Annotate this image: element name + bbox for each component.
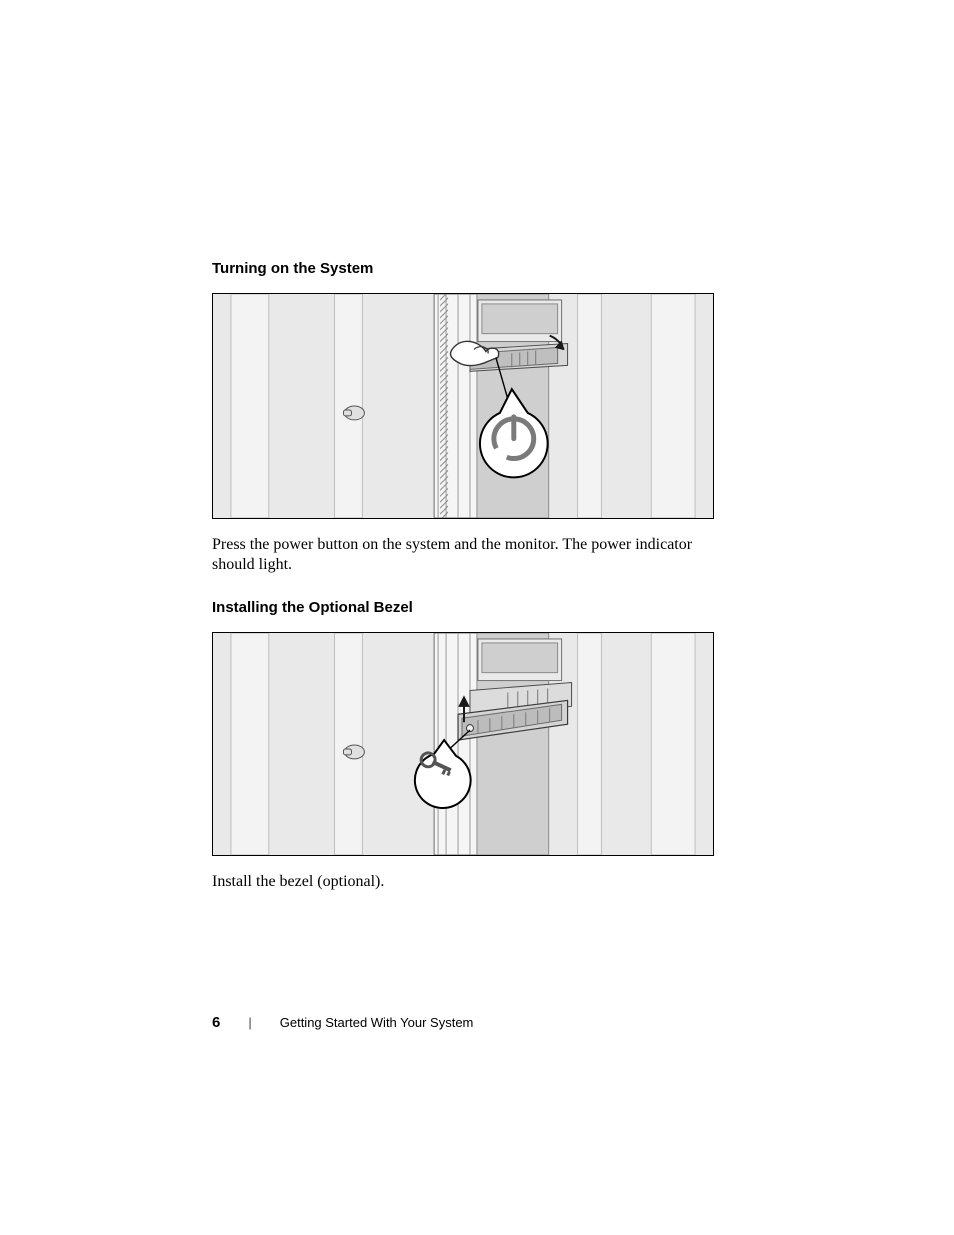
bezel-diagram-icon	[213, 633, 713, 855]
paragraph-bezel-instructions: Install the bezel (optional).	[212, 872, 736, 892]
power-button-diagram-icon	[213, 294, 713, 518]
footer-section-title: Getting Started With Your System	[280, 1015, 474, 1030]
heading-turning-on-system: Turning on the System	[212, 260, 736, 277]
figure-power-button	[212, 293, 714, 519]
heading-installing-bezel: Installing the Optional Bezel	[212, 599, 736, 616]
footer-separator: |	[248, 1015, 251, 1030]
page-number: 6	[212, 1014, 220, 1031]
figure-optional-bezel	[212, 632, 714, 856]
paragraph-power-instructions: Press the power button on the system and…	[212, 535, 736, 575]
page-footer: 6 | Getting Started With Your System	[212, 1014, 473, 1031]
